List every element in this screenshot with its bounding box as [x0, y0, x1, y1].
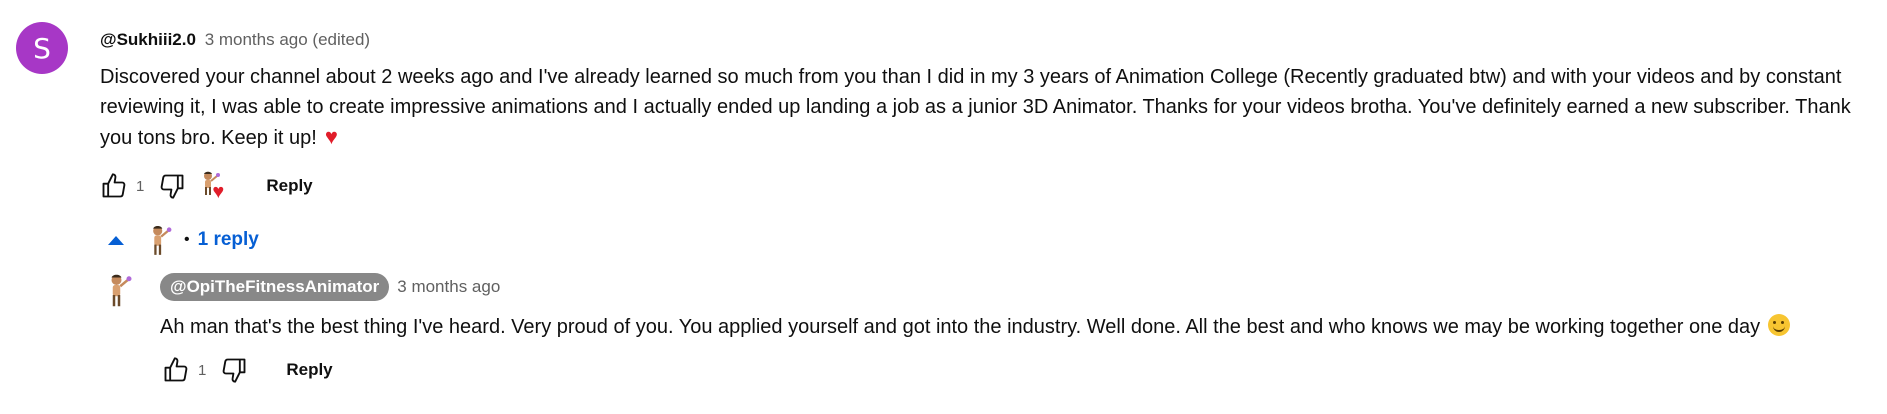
avatar-letter: S: [33, 31, 51, 65]
reply-header: @OpiTheFitnessAnimator 3 months ago: [160, 273, 500, 301]
smiley-emoji-icon: [1768, 314, 1791, 336]
thumbs-up-icon: [102, 173, 126, 198]
reply-text: Ah man that's the best thing I've heard.…: [160, 312, 1791, 342]
heart-icon: ♥: [212, 181, 225, 203]
like-count: 1: [136, 177, 145, 195]
thumbs-down-icon: [160, 174, 184, 199]
comment-text: Discovered your channel about 2 weeks ag…: [100, 62, 1875, 153]
like-button[interactable]: [158, 352, 194, 388]
comment-author[interactable]: @Sukhiii2.0: [100, 30, 196, 49]
avatar[interactable]: [104, 272, 134, 308]
caret-up-icon: [108, 235, 124, 245]
comment-header: @Sukhiii2.0 3 months ago (edited): [100, 30, 370, 50]
like-button[interactable]: [96, 168, 132, 204]
dislike-button[interactable]: [216, 352, 252, 388]
comment-timestamp[interactable]: 3 months ago (edited): [205, 30, 370, 49]
creator-avatar-icon: [153, 226, 172, 255]
heart-emoji-icon: ♥: [324, 124, 338, 149]
creator-heart-icon: ♥: [198, 170, 230, 202]
reply-button[interactable]: Reply: [270, 352, 348, 388]
reply-timestamp[interactable]: 3 months ago: [397, 277, 500, 297]
reply-text-content: Ah man that's the best thing I've heard.…: [160, 316, 1761, 338]
separator-dot: •: [184, 231, 190, 248]
comment-text-content: Discovered your channel about 2 weeks ag…: [100, 66, 1851, 149]
comment-actions: 1 ♥ Reply: [96, 168, 329, 204]
reply-count-label: 1 reply: [197, 229, 259, 250]
reply-author-chip[interactable]: @OpiTheFitnessAnimator: [160, 273, 390, 301]
dislike-button[interactable]: [154, 168, 190, 204]
thumbs-up-icon: [164, 357, 188, 382]
thumbs-down-icon: [222, 358, 246, 383]
avatar[interactable]: S: [16, 22, 68, 74]
like-count: 1: [198, 361, 207, 379]
reply-actions: 1 Reply: [158, 352, 349, 388]
replies-toggle[interactable]: • 1 reply: [108, 224, 259, 256]
reply-button[interactable]: Reply: [250, 168, 328, 204]
